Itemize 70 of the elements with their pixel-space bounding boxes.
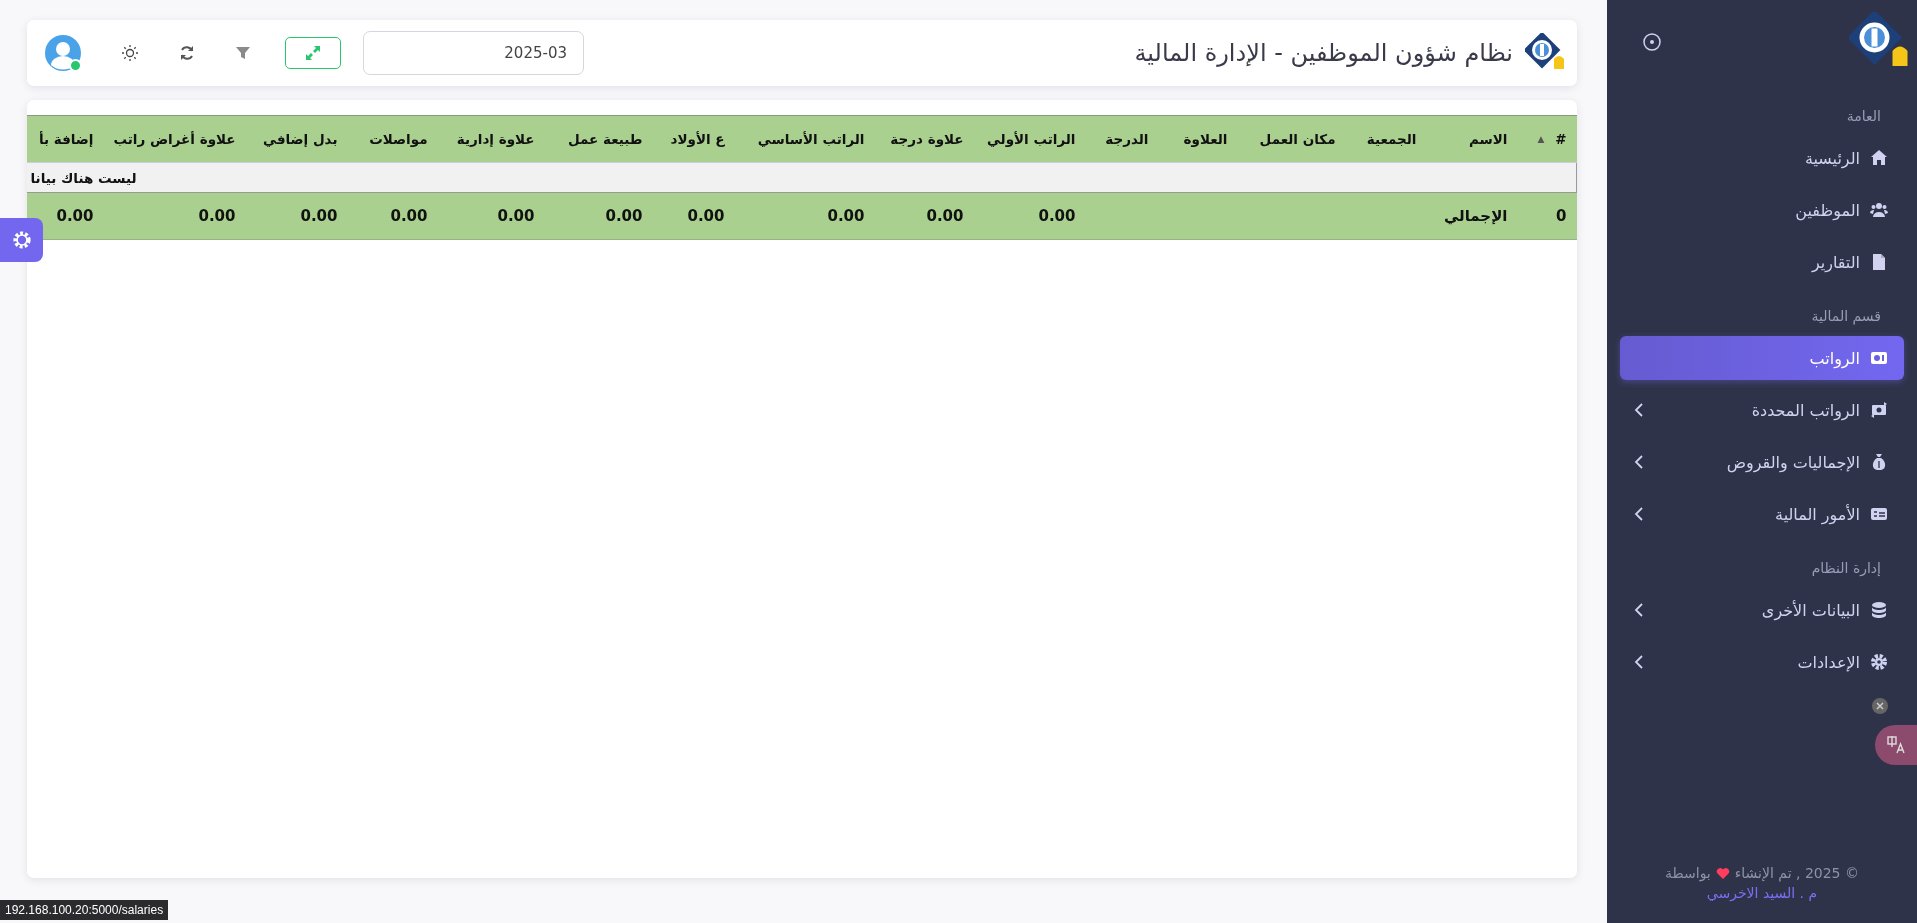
- refresh-icon: [179, 45, 195, 61]
- banknote-icon: [1870, 349, 1888, 367]
- total-cell: 0.00: [245, 192, 348, 240]
- dollar-card-icon: [1870, 505, 1888, 523]
- sidebar-item[interactable]: الرئيسية: [1620, 136, 1904, 180]
- house-icon: [1870, 149, 1888, 167]
- column-header[interactable]: الراتب الأولي: [973, 115, 1086, 163]
- money-bag-icon: [1870, 453, 1888, 471]
- total-cell: 0.00: [544, 192, 653, 240]
- date-field[interactable]: 2025-03: [363, 31, 584, 75]
- section-heading: قسم المالية: [1810, 307, 1882, 327]
- column-header[interactable]: علاوة أغراض راتب: [97, 115, 246, 163]
- sidebar-item[interactable]: التقارير: [1620, 240, 1904, 284]
- filter-button[interactable]: [235, 45, 251, 61]
- sun-icon: [121, 44, 139, 62]
- column-header[interactable]: علاوة إدارية: [437, 115, 545, 163]
- filter-icon: [235, 45, 251, 61]
- section-heading: العامة: [1845, 107, 1882, 126]
- total-cell: 0.00: [874, 192, 974, 240]
- total-cell: الإجمالي: [1426, 192, 1518, 240]
- sort-indicator[interactable]: ▲: [1537, 134, 1545, 144]
- empty-message: ليست هناك بيانا: [27, 162, 1577, 193]
- theme-toggle-button[interactable]: [121, 44, 139, 62]
- sidebar-item[interactable]: الموظفين: [1620, 188, 1904, 232]
- total-cell: 0.00: [347, 192, 438, 240]
- file-icon: [1870, 253, 1888, 271]
- column-header[interactable]: علاوة درجة: [874, 115, 974, 163]
- hash-label: #: [1555, 131, 1567, 147]
- footer-text: © 2025 , تم الإنشاء: [1734, 865, 1859, 881]
- expand-arrows-icon: [305, 45, 321, 61]
- column-header[interactable]: العلاوة: [1158, 115, 1238, 163]
- column-header[interactable]: الجمعية: [1345, 115, 1427, 163]
- column-header[interactable]: ع الأولاد: [652, 115, 735, 163]
- column-header[interactable]: الاسم: [1426, 115, 1518, 163]
- column-header[interactable]: الدرجة: [1085, 115, 1159, 163]
- sidebar-item[interactable]: الرواتب: [1620, 336, 1904, 380]
- translate-button[interactable]: [1875, 725, 1917, 765]
- settings-icon: [1870, 653, 1888, 671]
- total-cell: 0.00: [973, 192, 1086, 240]
- column-header[interactable]: مواصلات: [347, 115, 438, 163]
- users-icon: [1870, 201, 1888, 219]
- money-arrows-icon: [1870, 401, 1888, 419]
- translate-icon: [1886, 735, 1906, 755]
- status-bar-url: 192.168.100.20:5000/salaries: [0, 900, 169, 920]
- database-icon: [1870, 601, 1888, 619]
- total-cell: 0: [1517, 192, 1577, 240]
- settings-icon: [11, 230, 32, 250]
- column-header[interactable]: طبيعة عمل: [544, 115, 653, 163]
- sidebar-item[interactable]: الإعدادات: [1620, 640, 1904, 684]
- column-header[interactable]: مكان العمل: [1237, 115, 1346, 163]
- section-heading: إدارة النظام: [1810, 559, 1882, 579]
- sidebar-item[interactable]: الرواتب المحددة: [1620, 388, 1904, 432]
- total-cell: 0.00: [652, 192, 735, 240]
- total-cell: 0.00: [734, 192, 875, 240]
- refresh-button[interactable]: [179, 45, 195, 61]
- sidebar-item[interactable]: الإجماليات والقروض: [1620, 440, 1904, 484]
- column-header[interactable]: الراتب الأساسي: [734, 115, 875, 163]
- avatar-icon[interactable]: [45, 35, 81, 71]
- sidebar-toggle-icon[interactable]: [1643, 33, 1661, 51]
- sidebar-item[interactable]: البيانات الأخرى: [1620, 588, 1904, 632]
- sidebar-item[interactable]: الأمور المالية: [1620, 492, 1904, 536]
- page-title: نظام شؤون الموظفين - الإدارة المالية: [1134, 39, 1513, 67]
- column-header[interactable]: بدل إضافي: [245, 115, 348, 163]
- settings-button[interactable]: [0, 218, 43, 262]
- footer-text: بواسطة: [1665, 865, 1711, 881]
- heart-icon: [1715, 866, 1730, 880]
- total-cell: 0.00: [437, 192, 545, 240]
- total-cell: 0.00: [97, 192, 246, 240]
- column-header[interactable]: إضافة بأ: [27, 115, 98, 163]
- close-icon[interactable]: [1872, 698, 1888, 714]
